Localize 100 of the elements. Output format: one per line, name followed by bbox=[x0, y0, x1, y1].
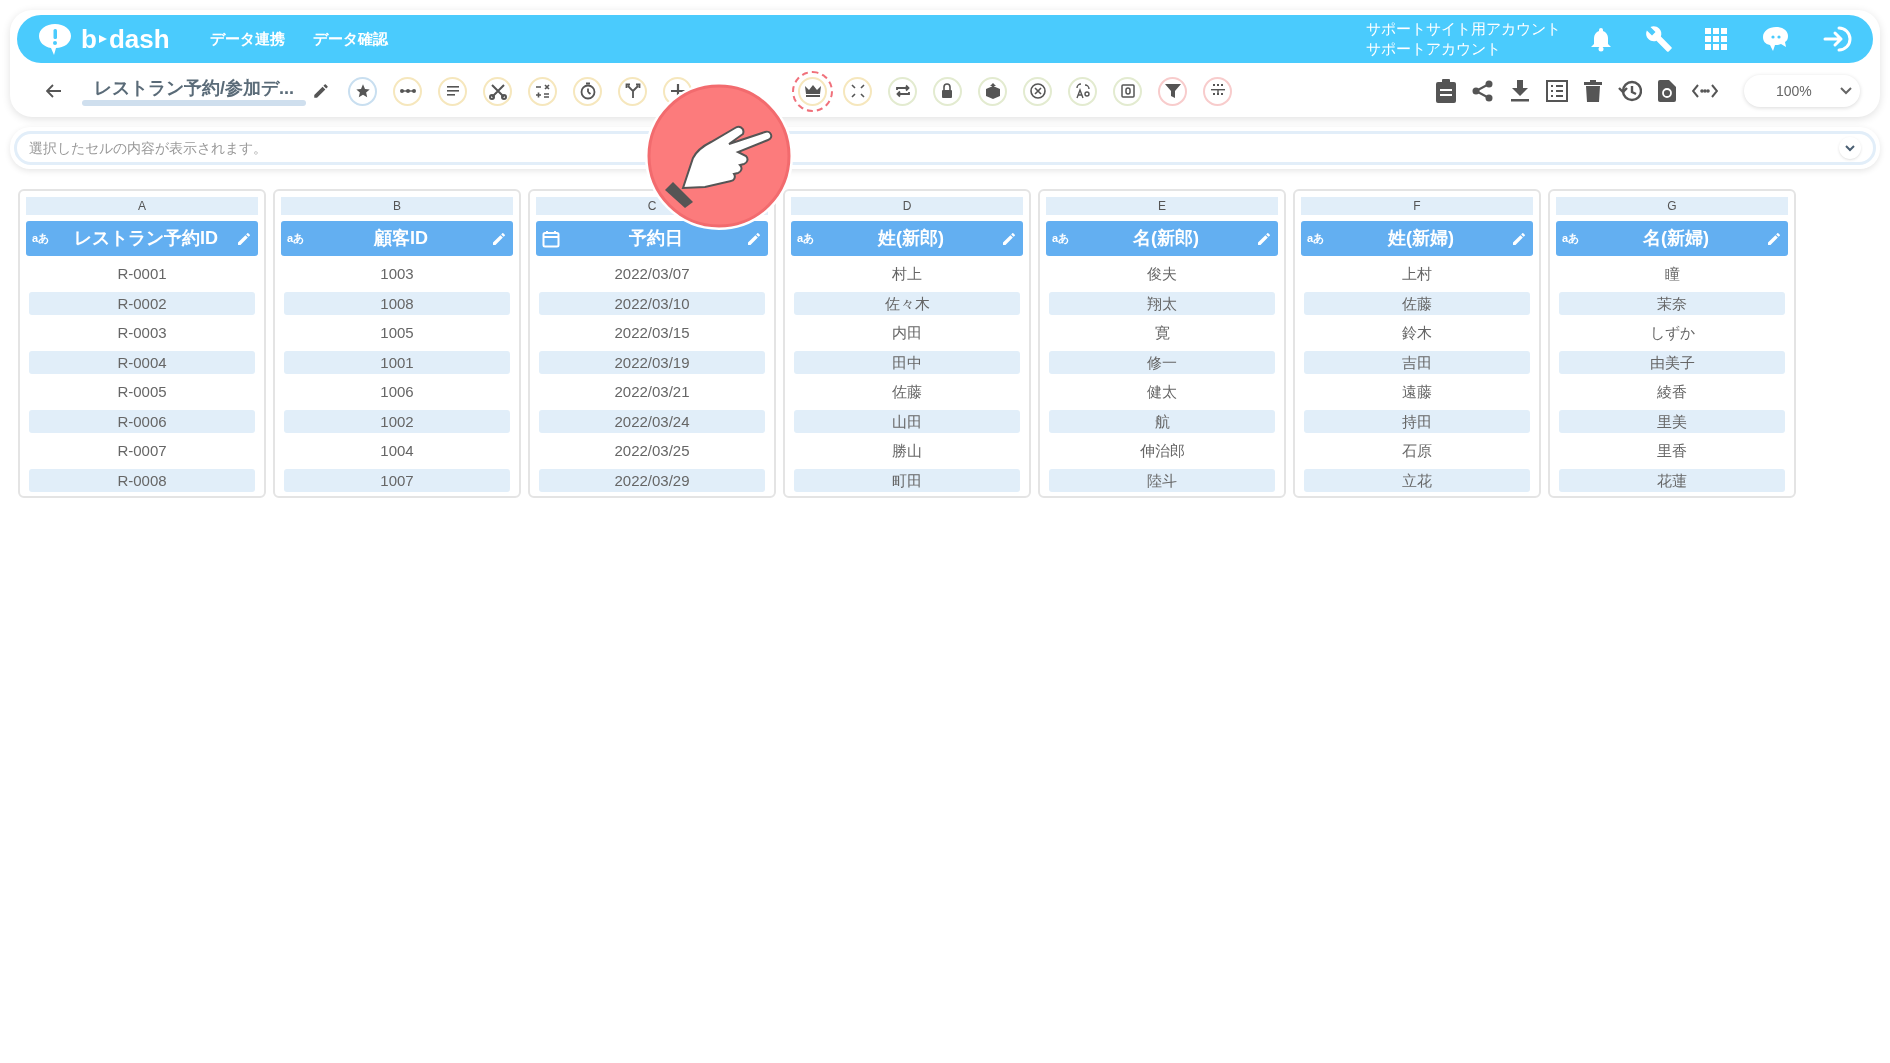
logo-arrow-icon bbox=[97, 34, 108, 44]
logo-text: b bbox=[81, 26, 97, 52]
account-type: サポートサイト用アカウント bbox=[1366, 19, 1561, 39]
table-cell[interactable]: 石原 bbox=[1304, 439, 1530, 463]
table-cell[interactable]: R-0008 bbox=[29, 468, 255, 492]
collapse-tool-icon[interactable] bbox=[843, 76, 872, 106]
account-name: サポートアカウント bbox=[1366, 39, 1502, 59]
table-cell[interactable]: 2022/03/15 bbox=[539, 321, 765, 345]
table-cell[interactable]: R-0007 bbox=[29, 439, 255, 463]
share-icon[interactable] bbox=[1472, 80, 1494, 102]
cell-content-bar[interactable]: 選択したセルの内容が表示されます。 bbox=[14, 131, 1876, 165]
table-cell[interactable]: 山田 bbox=[794, 409, 1020, 433]
table-cell[interactable]: 俊夫 bbox=[1049, 262, 1275, 286]
table-cell[interactable]: 2022/03/29 bbox=[539, 468, 765, 492]
table-cell[interactable]: 2022/03/07 bbox=[539, 262, 765, 286]
table-cell[interactable]: 1001 bbox=[284, 350, 510, 374]
table-cell[interactable]: 里香 bbox=[1559, 439, 1785, 463]
table-cell[interactable]: 村上 bbox=[794, 262, 1020, 286]
scissors-tool-icon[interactable] bbox=[483, 76, 512, 106]
zero-box-tool-icon[interactable] bbox=[1113, 76, 1142, 106]
table-cell[interactable]: 翔太 bbox=[1049, 291, 1275, 315]
table-cell[interactable]: R-0002 bbox=[29, 291, 255, 315]
table-cell[interactable]: 花蓮 bbox=[1559, 468, 1785, 492]
table-cell[interactable]: 佐藤 bbox=[1304, 291, 1530, 315]
table-cell[interactable]: 鈴木 bbox=[1304, 321, 1530, 345]
clipboard-icon[interactable] bbox=[1436, 79, 1456, 103]
table-cell[interactable]: 1008 bbox=[284, 291, 510, 315]
table-cell[interactable]: 2022/03/25 bbox=[539, 439, 765, 463]
table-cell[interactable]: 由美子 bbox=[1559, 350, 1785, 374]
stopwatch-tool-icon[interactable] bbox=[573, 76, 602, 106]
table-cell[interactable]: 1002 bbox=[284, 409, 510, 433]
type-label: aあ bbox=[287, 231, 305, 247]
table-cell[interactable]: 1007 bbox=[284, 468, 510, 492]
table-cell[interactable]: R-0006 bbox=[29, 409, 255, 433]
cell-content-field[interactable]: 選択したセルの内容が表示されます。 bbox=[29, 137, 1839, 159]
table-cell[interactable]: R-0001 bbox=[29, 262, 255, 286]
column-letter[interactable]: D bbox=[791, 197, 1023, 215]
table-cell[interactable]: 2022/03/19 bbox=[539, 350, 765, 374]
table-cell[interactable]: 1005 bbox=[284, 321, 510, 345]
table-cell[interactable]: しずか bbox=[1559, 321, 1785, 345]
type-label: aあ bbox=[1307, 231, 1325, 247]
logo-text: dash bbox=[108, 26, 170, 52]
table-cell[interactable]: 瞳 bbox=[1559, 262, 1785, 286]
table-cell[interactable]: 陸斗 bbox=[1049, 468, 1275, 492]
table-cell[interactable]: 綾香 bbox=[1559, 380, 1785, 404]
table-cell[interactable]: 持田 bbox=[1304, 409, 1530, 433]
table-cell[interactable]: 寛 bbox=[1049, 321, 1275, 345]
table-cell[interactable]: 里美 bbox=[1559, 409, 1785, 433]
crown-tool-icon[interactable] bbox=[792, 70, 833, 112]
table-cell[interactable]: 健太 bbox=[1049, 380, 1275, 404]
table-cell[interactable]: 2022/03/24 bbox=[539, 409, 765, 433]
table-cell[interactable]: 上村 bbox=[1304, 262, 1530, 286]
table-cell[interactable]: 町田 bbox=[794, 468, 1020, 492]
column-letter[interactable]: A bbox=[26, 197, 258, 215]
chevron-down-icon bbox=[1840, 87, 1852, 95]
table-cell[interactable]: 1004 bbox=[284, 439, 510, 463]
translate-tool-icon[interactable] bbox=[1068, 76, 1097, 106]
table-cell[interactable]: 田中 bbox=[794, 350, 1020, 374]
table-cell[interactable]: 勝山 bbox=[794, 439, 1020, 463]
table-cell[interactable]: 内田 bbox=[794, 321, 1020, 345]
table-cell[interactable]: 修一 bbox=[1049, 350, 1275, 374]
column-letter[interactable]: E bbox=[1046, 197, 1278, 215]
star-tool-icon[interactable] bbox=[348, 76, 377, 106]
table-cell[interactable]: R-0005 bbox=[29, 380, 255, 404]
fork-arrows-tool-icon[interactable] bbox=[618, 76, 647, 106]
repeat-tool-icon[interactable] bbox=[888, 76, 917, 106]
text-lines-tool-icon[interactable] bbox=[438, 76, 467, 106]
filter-tool-icon[interactable] bbox=[1158, 76, 1187, 106]
table-cell[interactable]: 1003 bbox=[284, 262, 510, 286]
document-title[interactable]: レストラン予約/参加デ... bbox=[82, 76, 306, 100]
dots-line-tool-icon[interactable] bbox=[393, 76, 422, 106]
table-cell[interactable]: 遠藤 bbox=[1304, 380, 1530, 404]
expand-button[interactable] bbox=[1839, 137, 1861, 159]
code-icon[interactable] bbox=[1692, 84, 1718, 98]
calculator-tool-icon[interactable] bbox=[528, 76, 557, 106]
table-cell[interactable]: 茉奈 bbox=[1559, 291, 1785, 315]
pencil-icon[interactable] bbox=[312, 82, 330, 100]
table-cell[interactable]: R-0004 bbox=[29, 350, 255, 374]
table-cell[interactable]: 2022/03/21 bbox=[539, 380, 765, 404]
table-cell[interactable]: 航 bbox=[1049, 409, 1275, 433]
table-cell[interactable]: 2022/03/10 bbox=[539, 291, 765, 315]
lock-tool-icon[interactable] bbox=[933, 76, 962, 106]
trash-icon[interactable] bbox=[1584, 80, 1602, 102]
zoom-select[interactable]: 100% bbox=[1744, 75, 1860, 107]
table-cell[interactable]: R-0003 bbox=[29, 321, 255, 345]
cancel-tool-icon[interactable] bbox=[1023, 76, 1052, 106]
column-letter[interactable]: B bbox=[281, 197, 513, 215]
table-cell[interactable]: 吉田 bbox=[1304, 350, 1530, 374]
download-icon[interactable] bbox=[1510, 80, 1530, 102]
table-cell[interactable]: 1006 bbox=[284, 380, 510, 404]
column-letter[interactable]: G bbox=[1556, 197, 1788, 215]
table-cell[interactable]: 立花 bbox=[1304, 468, 1530, 492]
type-label: aあ bbox=[1052, 231, 1070, 247]
column-letter[interactable]: F bbox=[1301, 197, 1533, 215]
table-cell[interactable]: 伸治郎 bbox=[1049, 439, 1275, 463]
table-cell[interactable]: 佐藤 bbox=[794, 380, 1020, 404]
list-icon[interactable] bbox=[1546, 80, 1568, 102]
back-arrow-icon[interactable] bbox=[46, 84, 62, 98]
table-cell[interactable]: 佐々木 bbox=[794, 291, 1020, 315]
history-icon[interactable] bbox=[1618, 80, 1642, 102]
